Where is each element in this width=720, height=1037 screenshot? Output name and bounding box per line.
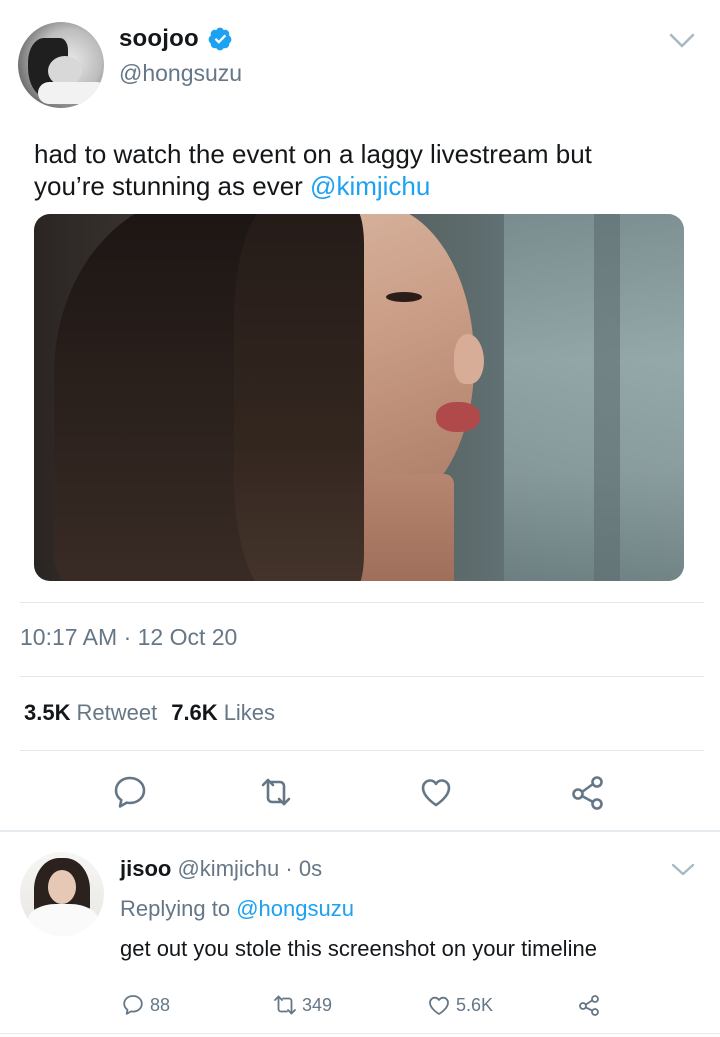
reply-time: · 0s bbox=[285, 856, 323, 881]
tweet-actions bbox=[0, 770, 720, 814]
chevron-down-icon[interactable] bbox=[670, 862, 696, 878]
reply-icon[interactable] bbox=[108, 770, 152, 814]
tweet-timestamp[interactable]: 10:17 AM · 12 Oct 20 bbox=[20, 624, 237, 651]
divider bbox=[0, 1033, 720, 1034]
reply-tweet[interactable]: jisoo @kimjichu · 0s Replying to @hongsu… bbox=[0, 832, 720, 1037]
main-tweet: soojoo @hongsuzu had to watch the event … bbox=[0, 0, 720, 830]
reply-share-button[interactable] bbox=[576, 990, 602, 1020]
share-icon[interactable] bbox=[566, 770, 610, 814]
reply-retweet-button[interactable]: 349 bbox=[272, 990, 332, 1020]
share-icon bbox=[579, 995, 599, 1016]
divider bbox=[20, 602, 704, 603]
replying-to: Replying to @hongsuzu bbox=[120, 896, 354, 921]
author-name[interactable]: soojoo bbox=[119, 25, 199, 53]
tweet-media-image[interactable] bbox=[34, 214, 684, 581]
avatar[interactable] bbox=[18, 22, 104, 108]
divider bbox=[20, 750, 704, 751]
author-name-row[interactable]: soojoo bbox=[119, 25, 233, 53]
reply-like-button[interactable]: 5.6K bbox=[426, 990, 493, 1020]
heart-icon[interactable] bbox=[414, 770, 458, 814]
verified-badge-icon bbox=[208, 27, 232, 51]
reply-author-name[interactable]: jisoo bbox=[120, 856, 171, 881]
reply-count: 88 bbox=[150, 994, 171, 1015]
reply-reply-button[interactable]: 88 bbox=[120, 990, 170, 1020]
likes-stat[interactable]: 7.6K Likes bbox=[171, 700, 275, 726]
retweets-stat[interactable]: 3.5K Retweet bbox=[24, 700, 157, 726]
author-handle[interactable]: @hongsuzu bbox=[119, 60, 242, 87]
retweet-icon[interactable] bbox=[254, 770, 298, 814]
heart-icon bbox=[429, 996, 449, 1015]
tweet-text-line: had to watch the event on a laggy livest… bbox=[34, 139, 592, 169]
chevron-down-icon[interactable] bbox=[668, 32, 696, 50]
retweet-count: 349 bbox=[302, 994, 333, 1015]
reply-header: jisoo @kimjichu · 0s bbox=[120, 856, 322, 882]
retweet-icon bbox=[274, 995, 296, 1015]
divider bbox=[20, 676, 704, 677]
mention-link[interactable]: @hongsuzu bbox=[236, 896, 354, 921]
reply-icon bbox=[123, 995, 143, 1015]
avatar[interactable] bbox=[20, 852, 104, 936]
reply-actions: 88 349 5.6K bbox=[0, 990, 720, 1020]
tweet-text: had to watch the event on a laggy livest… bbox=[34, 138, 684, 202]
tweet-text-line: you’re stunning as ever @kimjichu bbox=[34, 171, 431, 201]
reply-text: get out you stole this screenshot on you… bbox=[120, 936, 597, 961]
mention-link[interactable]: @kimjichu bbox=[310, 171, 430, 201]
tweet-stats: 3.5K Retweet 7.6K Likes bbox=[24, 700, 275, 726]
reply-author-handle[interactable]: @kimjichu bbox=[177, 856, 279, 881]
like-count: 5.6K bbox=[456, 994, 494, 1015]
